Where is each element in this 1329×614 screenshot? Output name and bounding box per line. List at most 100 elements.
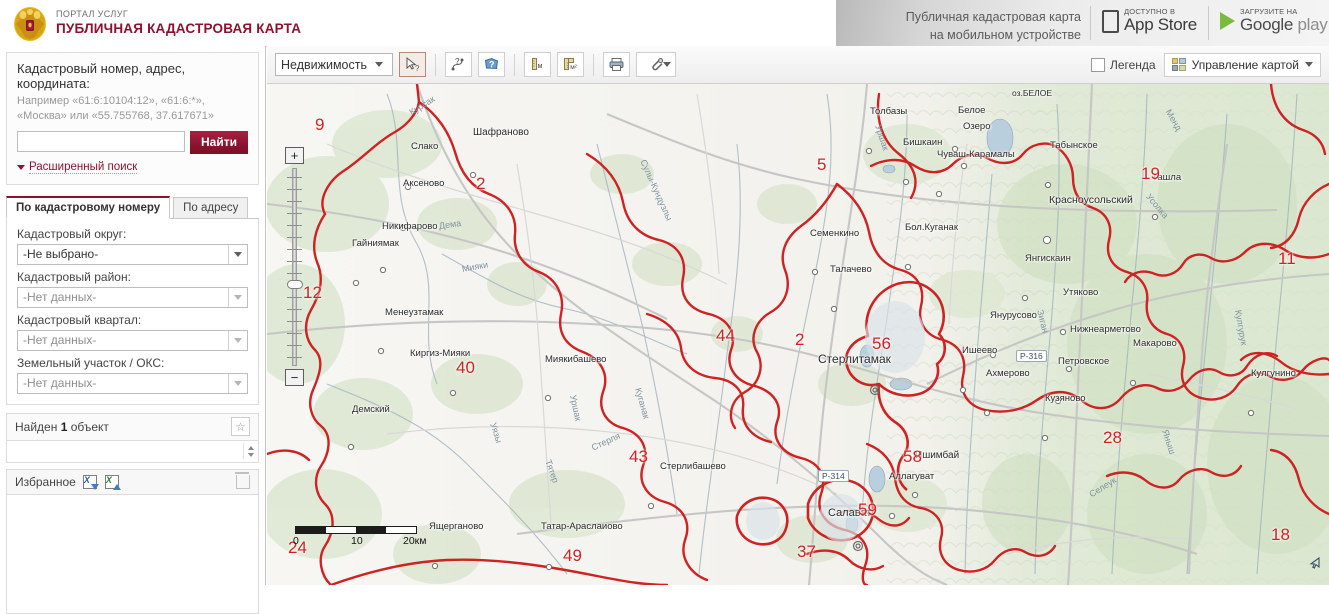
map-label-settlement-14: Толбазы bbox=[870, 106, 908, 117]
toolbar-divider-1 bbox=[435, 53, 436, 76]
search-hint-line2: «Москва» или «55.755768, 37.617671» bbox=[17, 109, 214, 122]
map-label-number-4: 11 bbox=[1278, 249, 1296, 268]
chevron-down-icon bbox=[228, 244, 247, 264]
search-panel-title: Кадастровый номер, адрес, координата: bbox=[17, 61, 186, 91]
portal-subtitle: ПОРТАЛ УСЛУГ bbox=[56, 9, 129, 20]
svg-text:м²: м² bbox=[570, 64, 577, 71]
map-label-settlement-0: Слако bbox=[411, 141, 439, 152]
map-label-number-8: 56 bbox=[872, 334, 891, 353]
zoom-slider-track[interactable] bbox=[292, 168, 297, 366]
trash-icon[interactable] bbox=[235, 471, 250, 489]
favorites-label: Избранное bbox=[15, 474, 76, 489]
zoom-control[interactable]: + − bbox=[285, 147, 305, 387]
map-label-number-11: 43 bbox=[629, 447, 648, 466]
legend-toggle[interactable]: Легенда bbox=[1090, 57, 1156, 72]
map-label-settlement-1: Шафраново bbox=[473, 127, 529, 138]
polygon-query-tool[interactable]: ? bbox=[478, 52, 505, 77]
map-label-settlement-24: Янгискаин bbox=[1025, 253, 1071, 264]
select-cadastral-region[interactable]: -Нет данных- bbox=[17, 286, 248, 308]
map-label-settlement-17: Озеро bbox=[963, 121, 991, 132]
select-land-plot[interactable]: -Нет данных- bbox=[17, 372, 248, 394]
results-header: Найден 1 объект ☆ bbox=[6, 412, 259, 441]
label-cadastral-region: Кадастровый район: bbox=[17, 269, 131, 284]
measure-area-tool[interactable]: м² bbox=[557, 52, 584, 77]
map-label-settlement-19: Чуваш-Карамалы bbox=[937, 149, 1015, 160]
map-label-number-14: 37 bbox=[797, 542, 816, 561]
chevron-down-icon bbox=[17, 164, 25, 170]
map-label-settlement-31: Ахмерово bbox=[986, 368, 1030, 379]
map-label-settlement-8: Демский bbox=[352, 404, 390, 415]
chevron-down-icon bbox=[228, 330, 247, 350]
advanced-search-toggle[interactable]: Расширенный поиск bbox=[17, 161, 248, 174]
scale-bar-graphic bbox=[295, 526, 417, 534]
results-scroll-stepper[interactable] bbox=[243, 443, 258, 460]
print-tool[interactable] bbox=[603, 52, 630, 77]
brand-block[interactable]: ПОРТАЛ УСЛУГ ПУБЛИЧНАЯ КАДАСТРОВАЯ КАРТА bbox=[12, 4, 301, 42]
map-label-road-0: Р-316 bbox=[1016, 350, 1047, 362]
select-info-tool[interactable]: ? bbox=[399, 52, 426, 77]
area-query-tool[interactable]: ? bbox=[445, 52, 472, 77]
excel-import-icon[interactable]: X bbox=[82, 474, 99, 490]
excel-export-icon[interactable]: X bbox=[104, 474, 121, 490]
zoom-in-button[interactable]: + bbox=[285, 147, 304, 164]
map-label-number-5: 12 bbox=[303, 283, 322, 302]
map-label-settlement-7: Миякибашево bbox=[545, 354, 607, 365]
map-control-label: Управление картой bbox=[1191, 57, 1299, 72]
polyline-question-icon: ? bbox=[451, 57, 464, 71]
found-prefix: Найден bbox=[15, 419, 61, 434]
map-label-settlement-9: Стерлибашево bbox=[660, 461, 726, 472]
search-hint-line1: Например «61:6:10104:12», «61:6:*», bbox=[17, 95, 205, 107]
map-canvas[interactable]: + − 0 10 20км Слако Шафраново Аксеново Н… bbox=[267, 84, 1329, 585]
map-label-settlement-36: Аллагуват bbox=[889, 471, 935, 482]
map-pane: Недвижимость ? ? ? м м² Легенда Управлен… bbox=[267, 46, 1329, 585]
arrow-cursor-icon bbox=[1307, 556, 1321, 575]
map-label-settlement-32: Кузяново bbox=[1045, 393, 1086, 404]
map-label-settlement-2: Аксеново bbox=[403, 178, 445, 189]
legend-label: Легенда bbox=[1109, 57, 1156, 72]
map-label-number-1: 2 bbox=[476, 174, 486, 193]
smartphone-icon bbox=[1102, 9, 1119, 33]
map-label-settlement-3: Никифарово bbox=[382, 221, 438, 232]
layer-select[interactable]: Недвижимость bbox=[275, 53, 393, 76]
scale-label-10: 10 bbox=[351, 535, 363, 547]
map-control-button[interactable]: Управление картой bbox=[1163, 52, 1321, 77]
zoom-out-button[interactable]: − bbox=[285, 369, 304, 386]
star-icon[interactable]: ☆ bbox=[231, 417, 250, 437]
app-store-name: App Store bbox=[1124, 15, 1197, 35]
favorites-header: Избранное X X bbox=[6, 468, 259, 495]
search-sidebar: Кадастровый номер, адрес, координата: На… bbox=[0, 46, 266, 614]
map-label-settlement-11: Татар-Араслаиово bbox=[541, 521, 623, 532]
select-cadastral-quarter[interactable]: -Нет данных- bbox=[17, 329, 248, 351]
advanced-search-form: Кадастровый округ: -Не выбрано- Кадастро… bbox=[6, 218, 259, 405]
map-label-number-3: 19 bbox=[1141, 164, 1160, 183]
legend-checkbox[interactable] bbox=[1090, 57, 1105, 72]
find-button[interactable]: Найти bbox=[190, 130, 248, 154]
search-input[interactable] bbox=[17, 130, 185, 152]
chevron-down-icon bbox=[375, 62, 383, 67]
map-label-number-13: 59 bbox=[858, 500, 877, 519]
select-land-plot-value: -Нет данных- bbox=[23, 376, 97, 391]
tab-by-cadastral-number[interactable]: По кадастровому номеру bbox=[6, 195, 171, 219]
layer-select-value: Недвижимость bbox=[281, 57, 367, 72]
google-play-icon bbox=[1220, 12, 1235, 31]
measure-length-tool[interactable]: м bbox=[524, 52, 551, 77]
app-store-button[interactable]: Доступно в App Store bbox=[1102, 7, 1197, 35]
map-label-settlement-34: Стерлитамак bbox=[818, 352, 891, 366]
select-cadastral-region-value: -Нет данных- bbox=[23, 290, 97, 305]
map-label-settlement-20: Табынское bbox=[1050, 140, 1098, 151]
toolbar-divider-3 bbox=[593, 53, 594, 76]
map-label-number-7: 2 bbox=[795, 330, 805, 349]
google-play-button[interactable]: ЗАГРУЗИТЕ НА Google play bbox=[1220, 7, 1328, 34]
map-label-settlement-16: оз.БЕЛОЕ bbox=[1012, 88, 1052, 98]
mobile-app-note: Публичная кадастровая карта на мобильном… bbox=[853, 8, 1081, 44]
map-label-number-6: 44 bbox=[716, 326, 735, 345]
select-cadastral-district[interactable]: -Не выбрано- bbox=[17, 243, 248, 265]
map-label-settlement-33: Кулгунино bbox=[1251, 368, 1296, 379]
tab-by-address[interactable]: По адресу bbox=[173, 196, 249, 219]
map-label-settlement-30: Петровское bbox=[1058, 356, 1110, 367]
chevron-down-icon bbox=[228, 373, 247, 393]
link-tool[interactable] bbox=[636, 52, 676, 77]
search-row: Найти bbox=[17, 130, 248, 154]
ruler-meter-icon: м bbox=[532, 58, 543, 70]
zoom-slider-handle[interactable] bbox=[287, 280, 303, 289]
